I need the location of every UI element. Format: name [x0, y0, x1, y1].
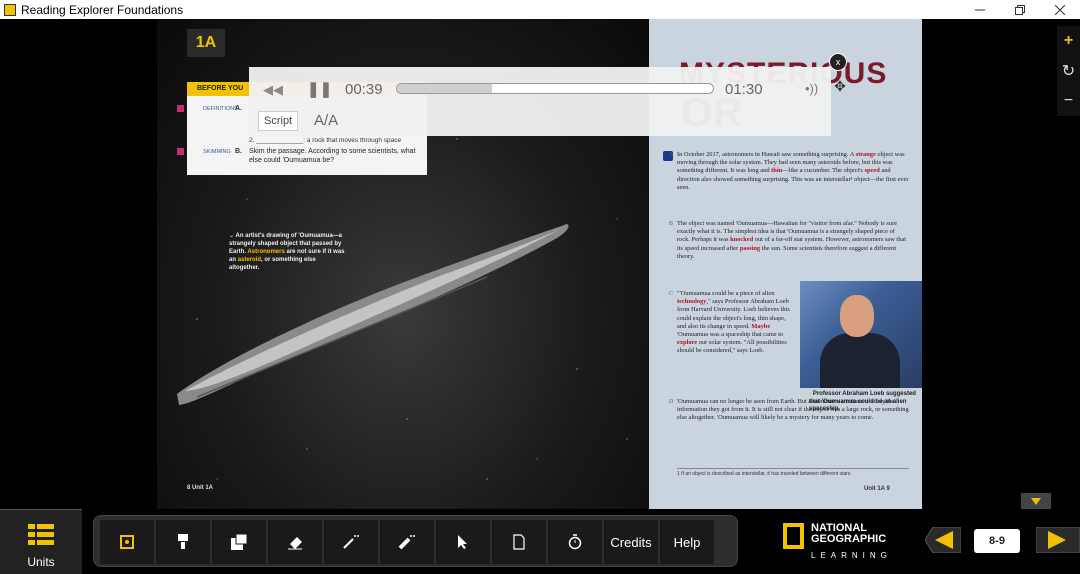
keyword-thin[interactable]: thin — [771, 167, 782, 174]
minimize-icon — [975, 9, 985, 10]
title-bar: Reading Explorer Foundations — [0, 0, 1080, 19]
pause-button[interactable]: ❚❚ — [307, 80, 332, 98]
keyword-knocked[interactable]: knocked — [730, 236, 753, 243]
page-number-field[interactable]: 8-9 — [974, 529, 1020, 553]
credits-button[interactable]: Credits — [604, 520, 658, 564]
audio-progress-fill — [397, 84, 492, 93]
professor-photo — [800, 281, 922, 388]
cursor-icon — [458, 535, 467, 549]
unit-tag: 1A — [187, 29, 225, 57]
paragraph-a: A In October 2017, astronomers in Hawaii… — [669, 151, 909, 191]
eraser-tool-button[interactable] — [268, 520, 322, 564]
stopwatch-icon — [568, 534, 582, 550]
highlighter-tool-button[interactable] — [156, 520, 210, 564]
restore-button[interactable] — [1000, 0, 1040, 19]
highlighter-icon — [178, 534, 188, 549]
volume-icon[interactable]: •)) — [805, 81, 818, 96]
restore-icon — [1015, 4, 1025, 15]
page-number-left: 8 Unit 1A — [187, 485, 214, 491]
keyword-explore[interactable]: explore — [677, 339, 697, 346]
skimming-label: SKIMMING — [203, 149, 231, 155]
skimming-icon[interactable] — [177, 148, 184, 155]
timer-tool-button[interactable] — [548, 520, 602, 564]
keyword-astronomers[interactable]: Astronomers — [247, 249, 284, 255]
keyword-speed[interactable]: speed — [864, 167, 879, 174]
next-page-button[interactable] — [1036, 527, 1080, 553]
paragraph-d: D 'Oumuamua can no longer be seen from E… — [669, 398, 909, 422]
footnote: 1 If an object is described as interstel… — [677, 468, 909, 477]
units-button[interactable]: Units — [0, 509, 82, 574]
pointer-tool-button[interactable] — [436, 520, 490, 564]
audio-player: ◀◀ ❚❚ 00:39 01:30 •)) Script A/A — [249, 67, 831, 136]
keyword-asteroid[interactable]: asteroid — [238, 257, 261, 263]
move-handle-icon[interactable]: ✥ — [831, 77, 849, 95]
skimming-letter: B. — [235, 148, 242, 155]
keyword-technology[interactable]: technology — [677, 298, 706, 305]
keyword-strange[interactable]: strange — [856, 151, 876, 158]
text-size-button[interactable]: A/A — [314, 112, 338, 129]
minimize-button[interactable] — [960, 0, 1000, 19]
definitions-icon[interactable] — [177, 105, 184, 112]
paragraph-c: C "'Oumuamua could be a piece of alien t… — [669, 290, 790, 355]
chevron-down-icon — [1031, 497, 1041, 505]
caption-pointer-icon: ⌄ — [229, 233, 235, 239]
document-icon — [513, 534, 525, 550]
app-icon — [4, 3, 16, 16]
close-window-button[interactable] — [1040, 0, 1080, 19]
pen-tool-button[interactable] — [324, 520, 378, 564]
previous-page-button[interactable] — [925, 527, 961, 553]
definitions-letter: A. — [235, 105, 242, 112]
close-player-button[interactable]: x — [829, 53, 847, 71]
rewind-button[interactable]: ◀◀ — [263, 82, 283, 98]
tool-strip: Credits Help — [93, 515, 738, 567]
audio-tool-button[interactable] — [100, 520, 154, 564]
paragraph-b: B The object was named 'Oumuamua—Hawaiia… — [669, 220, 907, 260]
definitions-label: DEFINITIONS — [203, 106, 238, 112]
keyword-maybe[interactable]: Maybe — [751, 323, 770, 330]
zoom-in-button[interactable]: + — [1057, 26, 1080, 56]
page-tool-button[interactable] — [492, 520, 546, 564]
definition-line: 2. _____________: a rock that moves thro… — [249, 137, 402, 144]
pen-icon — [343, 535, 359, 549]
help-button[interactable]: Help — [660, 520, 714, 564]
current-time: 00:39 — [345, 81, 383, 98]
sticky-note-icon — [231, 534, 247, 550]
reset-zoom-button[interactable]: ↻ — [1057, 56, 1080, 86]
window-title: Reading Explorer Foundations — [21, 2, 184, 17]
note-tool-button[interactable] — [212, 520, 266, 564]
keyword-passing[interactable]: passing — [740, 245, 760, 252]
marker-tool-button[interactable] — [380, 520, 434, 564]
menu-toggle-tab[interactable] — [1021, 493, 1051, 509]
zoom-controls: + ↻ − — [1057, 26, 1080, 116]
skimming-question: Skim the passage. According to some scie… — [249, 148, 416, 164]
bottom-toolbar: Units Credits Help NATIONAL GEOGRAPHIC L… — [0, 493, 1080, 574]
eraser-icon — [288, 537, 302, 550]
units-label: Units — [27, 555, 55, 569]
grid-icon — [28, 524, 54, 545]
audio-icon — [120, 535, 134, 549]
page-number-right: Unit 1A 9 — [864, 486, 890, 492]
image-caption: ⌄ An artist's drawing of 'Oumuamua—a str… — [229, 233, 345, 271]
marker-icon — [398, 535, 415, 550]
script-button[interactable]: Script — [258, 111, 299, 131]
total-time: 01:30 — [725, 81, 763, 98]
audio-progress-bar[interactable] — [396, 83, 714, 94]
close-icon — [1055, 4, 1065, 15]
caption-pointer-icon: ▪ — [809, 391, 812, 397]
zoom-out-button[interactable]: − — [1057, 86, 1080, 116]
